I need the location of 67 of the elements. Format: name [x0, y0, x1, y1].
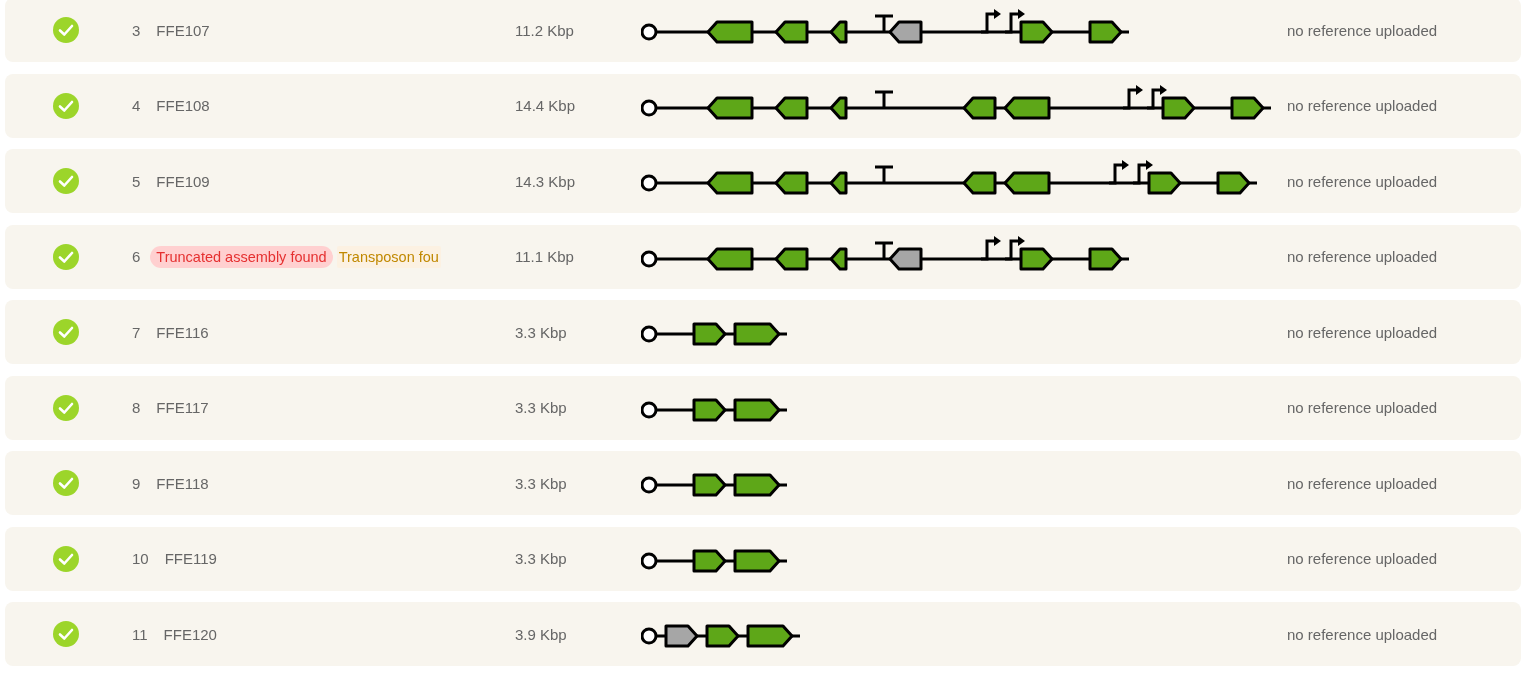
terminator-icon: [873, 165, 895, 185]
issue-tag: Truncated assembly found: [150, 245, 333, 268]
row-card[interactable]: 8 FFE117 3.3 Kbp no reference uploaded: [5, 375, 1521, 440]
construct-size: 11.1 Kbp: [515, 248, 574, 265]
promoter-arrow: [981, 235, 1001, 260]
construct-name: FFE118: [156, 474, 209, 492]
row-number: 11: [132, 625, 148, 643]
row-card[interactable]: 6 Truncated assembly found Transposon fou 11.1 Kbp no reference uploaded: [5, 224, 1521, 289]
origin-icon: [641, 401, 658, 418]
origin-icon: [641, 476, 658, 494]
promoter-arrow: [981, 9, 1001, 34]
row-card[interactable]: 9 FFE118 3.3 Kbp no reference uploaded: [5, 451, 1521, 515]
origin-icon: [641, 99, 658, 116]
construct-size: 3.9 Kbp: [515, 625, 567, 643]
promoter-arrow: [1005, 235, 1025, 260]
construct-size: 3.3 Kbp: [515, 323, 567, 341]
construct-name: FFE120: [163, 625, 217, 643]
row-card[interactable]: 10 FFE119 3.3 Kbp no reference uploaded: [5, 526, 1521, 591]
reference-status: no reference uploaded: [1287, 474, 1438, 492]
construct-name: FFE107: [156, 21, 210, 39]
construct-name: FFE117: [156, 399, 209, 416]
row-card[interactable]: 3 FFE107 11.2 Kbp no reference uploaded: [5, 0, 1521, 62]
terminator-icon: [873, 241, 895, 260]
row-card[interactable]: 5 FFE109 14.3 Kbp no reference uploaded: [5, 149, 1521, 213]
terminator-icon: [873, 14, 895, 34]
row-card[interactable]: 11 FFE120 3.9 Kbp no reference uploaded: [5, 602, 1521, 666]
issue-tag: Transposon fou: [336, 245, 441, 268]
reference-status: no reference uploaded: [1287, 399, 1438, 416]
promoter-arrow: [1005, 9, 1025, 34]
row-number: 10: [132, 550, 149, 567]
reference-status: no reference uploaded: [1287, 625, 1438, 643]
reference-status: no reference uploaded: [1287, 550, 1438, 567]
row-number: 5: [132, 172, 141, 190]
origin-icon: [641, 250, 658, 267]
construct-name: FFE109: [156, 172, 210, 190]
reference-status: no reference uploaded: [1287, 323, 1438, 341]
reference-status: no reference uploaded: [1287, 248, 1438, 265]
origin-icon: [641, 325, 658, 343]
reference-status: no reference uploaded: [1287, 172, 1438, 190]
promoter-arrow: [1109, 160, 1129, 185]
row-number: 8: [132, 399, 141, 416]
construct-size: 3.3 Kbp: [515, 474, 567, 492]
row-number: 9: [132, 474, 141, 492]
row-number: 7: [132, 323, 141, 341]
construct-name: FFE116: [156, 323, 209, 341]
promoter-arrow: [1123, 84, 1143, 109]
construct-size: 14.3 Kbp: [515, 172, 576, 190]
promoter-arrow: [1133, 160, 1153, 185]
origin-icon: [641, 174, 658, 192]
construct-name: FFE108: [156, 97, 210, 114]
origin-icon: [641, 23, 658, 41]
origin-icon: [641, 552, 658, 569]
origin-icon: [641, 627, 658, 645]
construct-size: 3.3 Kbp: [515, 399, 567, 416]
construct-size: 3.3 Kbp: [515, 550, 567, 567]
promoter-arrow: [1147, 84, 1167, 109]
reference-status: no reference uploaded: [1287, 97, 1438, 114]
row-number: 3: [132, 21, 141, 39]
construct-size: 11.2 Kbp: [515, 21, 574, 39]
construct-size: 14.4 Kbp: [515, 97, 576, 114]
row-card[interactable]: 4 FFE108 14.4 Kbp no reference uploaded: [5, 73, 1521, 138]
row-number: 4: [132, 97, 141, 114]
row-card[interactable]: 7 FFE116 3.3 Kbp no reference uploaded: [5, 300, 1521, 364]
construct-name: FFE119: [164, 550, 217, 567]
reference-status: no reference uploaded: [1287, 21, 1438, 39]
terminator-icon: [873, 90, 895, 109]
row-number: 6: [132, 248, 141, 265]
